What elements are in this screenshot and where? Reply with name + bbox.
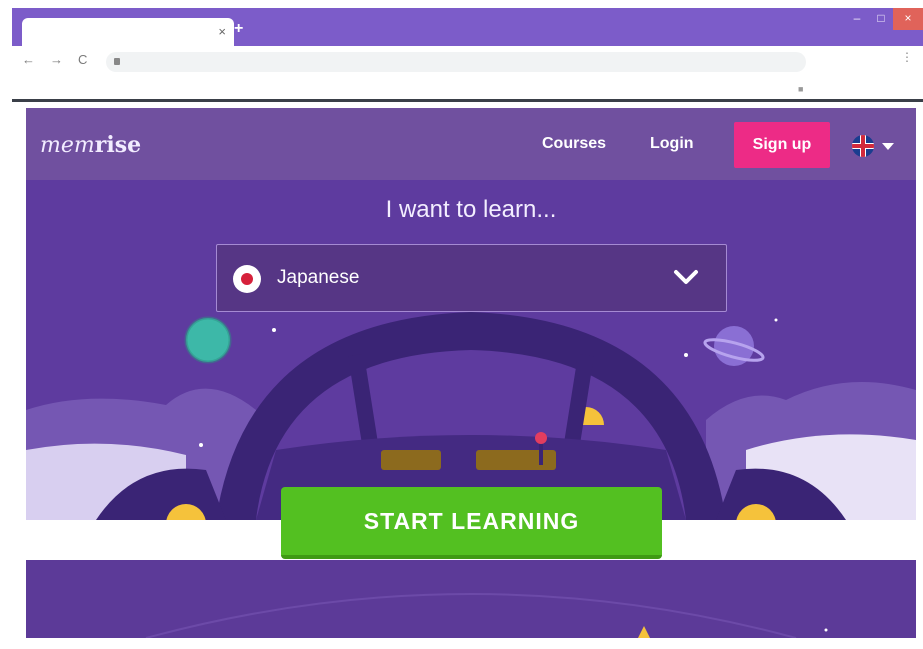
uk-flag-icon: [852, 135, 874, 157]
next-section-decoration: [145, 593, 828, 638]
site-header: memrise Courses Login Sign up: [26, 108, 916, 180]
start-learning-button[interactable]: START LEARNING: [281, 487, 662, 559]
signup-button[interactable]: Sign up: [734, 122, 830, 168]
window-close-icon[interactable]: ×: [893, 8, 923, 30]
extension-icon[interactable]: ■: [798, 84, 803, 94]
reload-icon[interactable]: C: [78, 52, 87, 67]
browser-tab-bar: × + – □ ×: [12, 8, 923, 48]
page-viewport: memrise Courses Login Sign up I want to …: [26, 108, 916, 638]
logo-light-text: mem: [40, 133, 95, 158]
new-tab-button[interactable]: +: [234, 20, 243, 38]
forward-arrow-icon[interactable]: →: [50, 52, 63, 67]
tab-close-icon[interactable]: ×: [218, 24, 226, 39]
minimize-icon[interactable]: –: [845, 8, 869, 30]
address-bar[interactable]: [106, 52, 806, 72]
nav-courses-link[interactable]: Courses: [542, 135, 606, 153]
browser-toolbar: ← → C ⋮ ■: [12, 46, 923, 102]
window-controls: – □ ×: [845, 8, 923, 30]
caret-down-icon: [882, 143, 894, 150]
lock-icon: [114, 58, 120, 65]
language-switcher[interactable]: [852, 133, 902, 157]
memrise-logo[interactable]: memrise: [40, 132, 141, 158]
next-section: [26, 560, 916, 638]
back-arrow-icon[interactable]: ←: [22, 52, 35, 67]
logo-bold-text: rise: [94, 132, 142, 158]
nav-login-link[interactable]: Login: [650, 135, 694, 153]
ringed-planet-icon: [703, 326, 765, 366]
chevron-down-icon: [674, 270, 698, 284]
browser-menu-icon[interactable]: ⋮: [899, 50, 915, 72]
language-select[interactable]: Japanese: [216, 244, 727, 312]
maximize-icon[interactable]: □: [869, 8, 893, 30]
browser-tab[interactable]: ×: [22, 18, 234, 48]
hero-headline: I want to learn...: [385, 196, 557, 223]
japan-flag-icon: [233, 265, 261, 293]
selected-language-label: Japanese: [277, 267, 360, 288]
cockpit-illustration: [26, 298, 916, 520]
